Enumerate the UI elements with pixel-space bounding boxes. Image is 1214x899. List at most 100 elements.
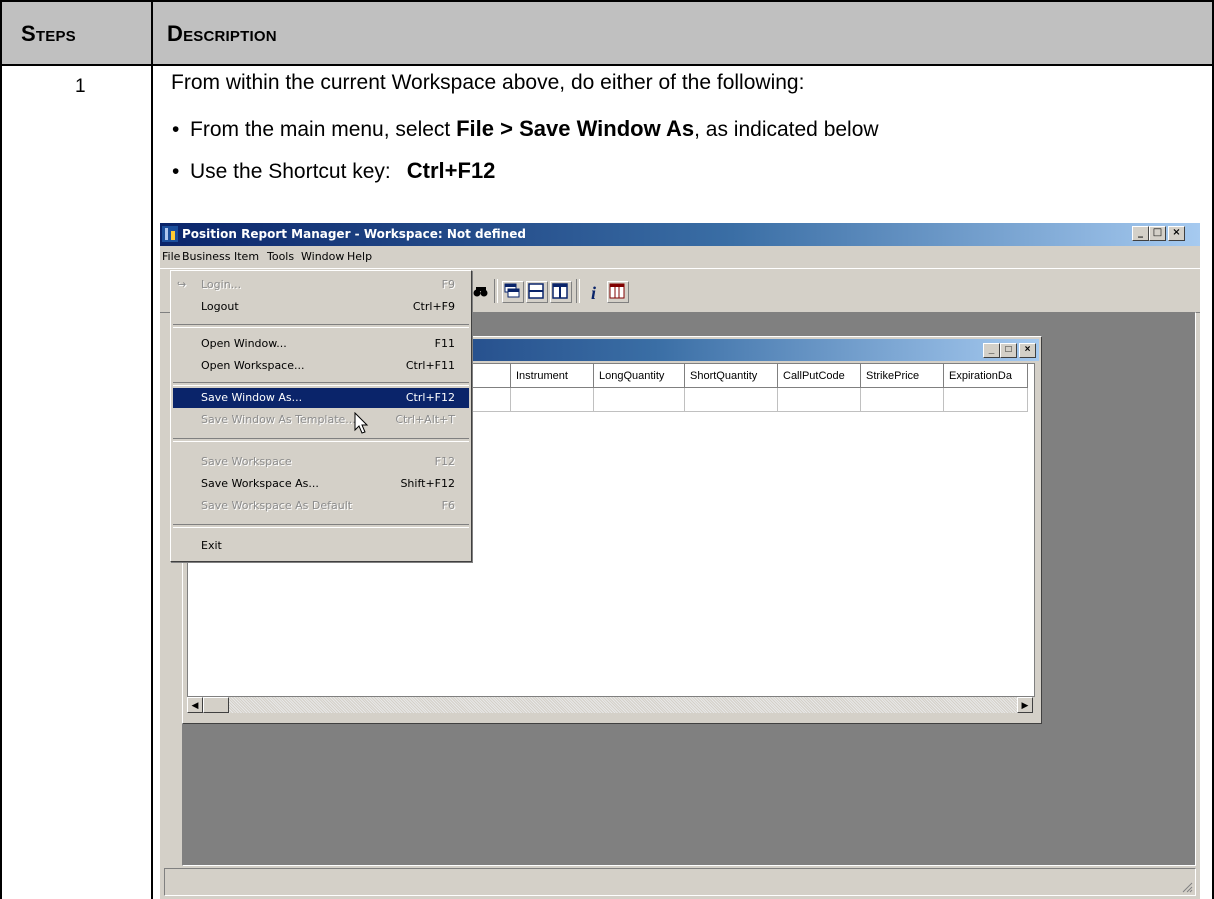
scroll-thumb[interactable] [203, 697, 229, 713]
tile-vertical-icon[interactable] [550, 281, 572, 303]
table-border-top [0, 0, 1214, 2]
bullet-1-marker: • [172, 118, 180, 141]
menu-separator [173, 382, 469, 386]
menu-item-label: Exit [201, 539, 222, 552]
table-border-left [0, 0, 2, 899]
menu-item-save-window-as-template[interactable]: Save Window As Template... Ctrl+Alt+T [173, 410, 469, 430]
menu-item-label: Save Window As... [201, 391, 303, 404]
horizontal-scrollbar[interactable]: ◀ ▶ [187, 697, 1033, 713]
menu-item-login[interactable]: ↪ Login... F9 [173, 275, 469, 295]
bullet-1-menu-path: File > Save Window As [456, 116, 695, 141]
bullet-1-prefix: From the main menu, select [190, 118, 457, 141]
menu-item-label: Save Workspace [201, 455, 292, 468]
table-cell[interactable] [861, 388, 944, 412]
find-icon[interactable] [470, 281, 492, 303]
bullet-2-prefix: Use the Shortcut key: [190, 160, 391, 183]
menu-file[interactable]: File [162, 250, 180, 263]
column-header[interactable]: Instrument [511, 364, 594, 388]
header-cell-description: Description [153, 1, 1213, 65]
login-icon: ↪ [177, 278, 187, 291]
menu-item-label: Open Workspace... [201, 359, 305, 372]
menu-business-item[interactable]: Business Item [182, 250, 259, 263]
menu-item-shortcut: Ctrl+F11 [405, 359, 455, 372]
maximize-button[interactable]: □ [1149, 226, 1166, 241]
scroll-left-icon[interactable]: ◀ [187, 697, 203, 713]
bullet-1-suffix: , as indicated below [694, 118, 879, 141]
column-chooser-icon[interactable] [607, 281, 629, 303]
menu-item-save-workspace[interactable]: Save Workspace F12 [173, 452, 469, 472]
step-number: 1 [75, 76, 86, 97]
resize-grip-icon[interactable] [1181, 881, 1193, 893]
menu-item-shortcut: Shift+F12 [400, 477, 455, 490]
app-title-bar[interactable]: Position Report Manager - Workspace: Not… [160, 223, 1200, 246]
menu-item-open-workspace[interactable]: Open Workspace... Ctrl+F11 [173, 356, 469, 376]
column-header[interactable]: ExpirationDa [944, 364, 1028, 388]
table-header-divider [0, 64, 1214, 66]
menu-item-save-workspace-as[interactable]: Save Workspace As... Shift+F12 [173, 474, 469, 494]
menu-separator [173, 524, 469, 528]
menu-item-shortcut: F9 [441, 278, 455, 291]
cascade-icon[interactable] [502, 281, 524, 303]
menu-item-shortcut: F11 [434, 337, 455, 350]
file-menu-dropdown: ↪ Login... F9 Logout Ctrl+F9 Open Window… [170, 270, 472, 562]
menu-item-label: Save Workspace As Default [201, 499, 353, 512]
child-close-button[interactable]: × [1019, 343, 1036, 358]
menu-item-label: Save Window As Template... [201, 413, 356, 426]
menu-item-label: Open Window... [201, 337, 287, 350]
header-description-label: Description [167, 21, 277, 46]
scroll-right-icon[interactable]: ▶ [1017, 697, 1033, 713]
column-header[interactable]: CallPutCode [778, 364, 861, 388]
column-header[interactable]: LongQuantity [594, 364, 685, 388]
menu-separator [173, 438, 469, 442]
menu-item-logout[interactable]: Logout Ctrl+F9 [173, 297, 469, 317]
menu-item-save-window-as[interactable]: Save Window As... Ctrl+F12 [173, 388, 469, 408]
header-steps-label: Steps [21, 21, 76, 46]
menu-item-label: Login... [201, 278, 242, 291]
table-cell[interactable] [685, 388, 778, 412]
step-intro-text: From within the current Workspace above,… [171, 71, 805, 94]
info-icon[interactable]: i [584, 281, 606, 303]
menu-item-shortcut: Ctrl+F12 [405, 391, 455, 404]
tile-horizontal-icon[interactable] [526, 281, 548, 303]
menu-item-label: Logout [201, 300, 239, 313]
table-header-row: Steps Description [1, 1, 1213, 65]
column-header[interactable]: StrikePrice [861, 364, 944, 388]
menu-item-exit[interactable]: Exit [173, 536, 469, 556]
close-button[interactable]: × [1168, 226, 1185, 241]
menu-window[interactable]: Window [301, 250, 344, 263]
app-title: Position Report Manager - Workspace: Not… [182, 227, 526, 241]
menu-item-shortcut: F6 [441, 499, 455, 512]
window-controls: _ □ × [1132, 226, 1185, 241]
menu-item-open-window[interactable]: Open Window... F11 [173, 334, 469, 354]
bullet-2-shortcut: Ctrl+F12 [406, 158, 496, 183]
child-minimize-button[interactable]: _ [983, 343, 1000, 358]
bullet-2-marker: • [172, 160, 180, 183]
menu-bar: File Business Item Tools Window Help [160, 246, 1200, 267]
bullet-1-text: From the main menu, select File > Save W… [190, 116, 879, 142]
menu-item-shortcut: F12 [434, 455, 455, 468]
svg-text:i: i [591, 283, 596, 302]
toolbar-separator [494, 279, 498, 303]
child-maximize-button[interactable]: □ [1000, 343, 1017, 358]
table-border-middle [151, 0, 153, 899]
toolbar-separator [576, 279, 580, 303]
menu-separator [173, 324, 469, 328]
app-icon [162, 226, 178, 242]
menu-item-label: Save Workspace As... [201, 477, 319, 490]
minimize-button[interactable]: _ [1132, 226, 1149, 241]
table-cell[interactable] [944, 388, 1028, 412]
child-window-controls: _ □ × [983, 343, 1036, 358]
table-cell[interactable] [778, 388, 861, 412]
menu-item-shortcut: Ctrl+Alt+T [395, 413, 455, 426]
header-cell-steps: Steps [1, 1, 153, 65]
menu-help[interactable]: Help [347, 250, 372, 263]
bullet-2-text: Use the Shortcut key: Ctrl+F12 [190, 158, 495, 184]
mouse-cursor-icon [354, 412, 369, 434]
table-cell[interactable] [511, 388, 594, 412]
table-cell[interactable] [594, 388, 685, 412]
column-header[interactable]: ShortQuantity [685, 364, 778, 388]
menu-item-save-workspace-as-default[interactable]: Save Workspace As Default F6 [173, 496, 469, 516]
menu-item-shortcut: Ctrl+F9 [412, 300, 455, 313]
status-bar [164, 868, 1196, 896]
menu-tools[interactable]: Tools [267, 250, 294, 263]
